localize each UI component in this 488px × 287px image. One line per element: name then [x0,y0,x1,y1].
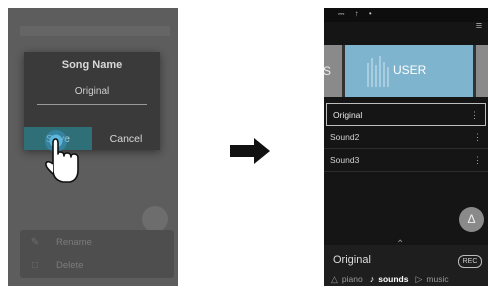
input-underline [37,104,147,105]
status-icons: ⎓ ↑ • [338,9,376,18]
sound-name: Sound2 [330,132,360,142]
user-category-label: USER [393,63,427,77]
category-card-previous[interactable]: S [324,45,342,97]
more-options-icon[interactable]: ⋮ [473,131,482,143]
category-card-next[interactable] [476,45,488,97]
bottom-navigation: △ piano ♪ sounds ▷ music [324,272,488,286]
more-options-icon[interactable]: ⋮ [470,109,479,121]
menu-item-rename[interactable]: ✎ Rename [28,233,92,251]
tab-piano-label: piano [341,274,363,284]
current-song-title: Original [333,254,371,266]
list-item-sound[interactable]: Sound3 ⋮ [324,149,488,172]
waveform-graphic-icon [367,56,389,87]
dialog-title: Song Name [61,59,123,71]
hamburger-menu-icon[interactable]: ≡ [472,19,486,33]
song-name-input[interactable]: Original [24,86,160,97]
context-menu: ✎ Rename □ Delete [20,230,174,278]
left-screen: ✎ Rename □ Delete Song Name Original Sav… [8,8,178,286]
cancel-button[interactable]: Cancel [92,127,160,150]
background-fab [142,206,168,232]
right-arrow-icon [230,138,270,164]
bottom-player-bar: ⌃ Original REC △ piano ♪ sounds ▷ music [324,239,488,286]
tab-sounds[interactable]: ♪ sounds [370,272,409,286]
tab-music[interactable]: ▷ music [415,272,448,286]
rec-button[interactable]: REC [458,255,482,268]
sound-list: Original ⋮ Sound2 ⋮ Sound3 ⋮ [324,103,488,172]
category-card-previous-label: S [324,64,332,78]
list-item-sound[interactable]: Original ⋮ [326,103,486,126]
list-item-sound[interactable]: Sound2 ⋮ [324,126,488,149]
category-card-user[interactable]: USER [345,45,473,97]
delete-label: Delete [56,259,84,271]
trash-icon: □ [31,259,39,271]
sound-category-carousel: S USER [324,45,488,97]
tab-music-label: music [426,274,449,284]
metronome-icon[interactable]: Δ [459,207,484,232]
sound-name: Sound3 [330,155,360,165]
status-bar: ⎓ ↑ • [324,8,488,22]
menu-item-delete[interactable]: □ Delete [28,256,84,274]
music-note-icon: ♪ [369,274,375,284]
pencil-icon: ✎ [30,236,40,248]
sound-name: Original [333,109,363,120]
play-icon: ▷ [415,273,423,284]
right-screen: ⎓ ↑ • ≡ S USER Original ⋮ Sound2 ⋮ Sound… [324,8,488,286]
tab-piano[interactable]: △ piano [331,272,363,286]
tab-sounds-label: sounds [378,274,409,284]
background-row [20,26,170,36]
chevron-up-icon[interactable]: ⌃ [396,239,404,250]
tap-gesture-icon [45,130,79,183]
piano-icon: △ [331,273,338,284]
rename-label: Rename [56,236,92,248]
more-options-icon[interactable]: ⋮ [473,154,482,166]
